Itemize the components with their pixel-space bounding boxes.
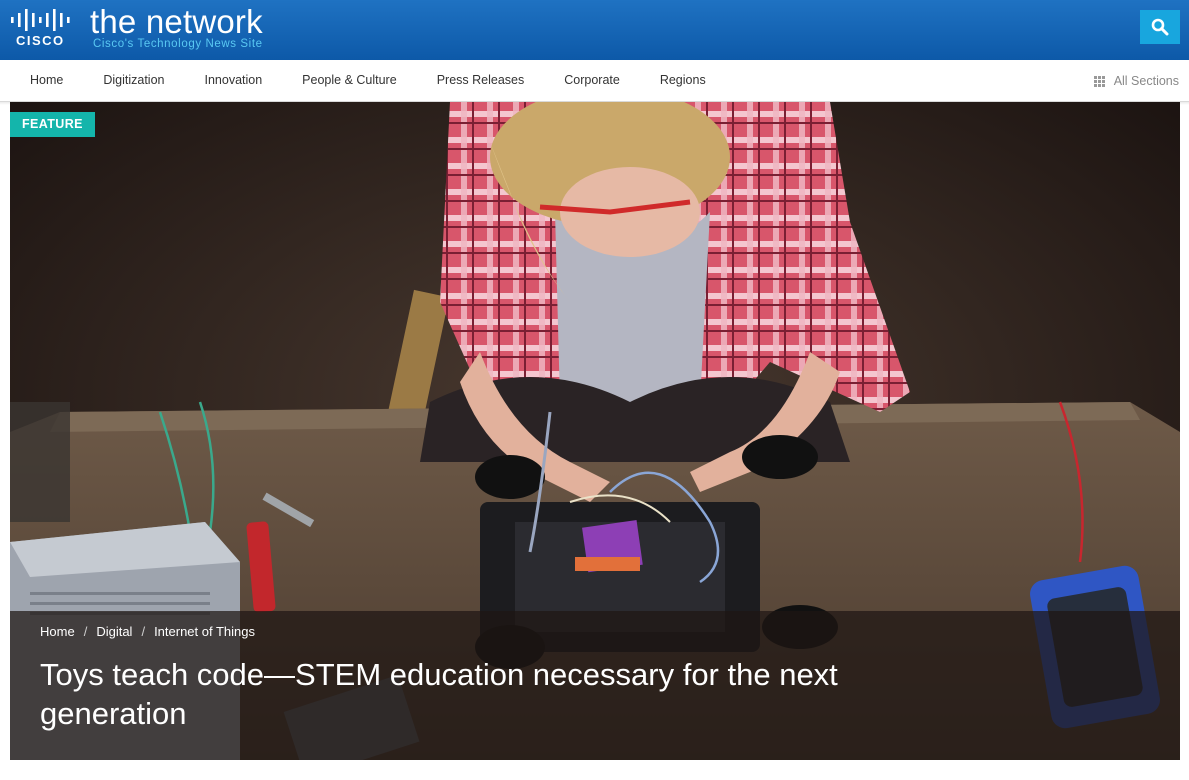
feature-badge: FEATURE [10, 112, 95, 137]
nav-item-home[interactable]: Home [10, 60, 83, 102]
search-icon [1151, 18, 1169, 36]
site-header: CISCO the network Cisco's Technology New… [0, 0, 1189, 60]
nav-item-press-releases[interactable]: Press Releases [417, 60, 545, 102]
nav-list: Home Digitization Innovation People & Cu… [10, 60, 726, 102]
nav-item-innovation[interactable]: Innovation [184, 60, 282, 102]
all-sections-button[interactable]: All Sections [1093, 60, 1179, 102]
breadcrumb-digital[interactable]: Digital [96, 624, 132, 639]
breadcrumb-home[interactable]: Home [40, 624, 75, 639]
hero-caption: Home / Digital / Internet of Things Toys… [10, 611, 1180, 760]
nav-item-regions[interactable]: Regions [640, 60, 726, 102]
breadcrumb-separator: / [83, 624, 88, 639]
site-subtitle: Cisco's Technology News Site [93, 38, 263, 50]
nav-item-people-culture[interactable]: People & Culture [282, 60, 417, 102]
nav-item-digitization[interactable]: Digitization [83, 60, 184, 102]
nav-item-corporate[interactable]: Corporate [544, 60, 640, 102]
breadcrumb: Home / Digital / Internet of Things [40, 624, 255, 639]
breadcrumb-internet-of-things[interactable]: Internet of Things [154, 624, 255, 639]
breadcrumb-separator: / [141, 624, 146, 639]
grid-icon [1093, 75, 1105, 87]
search-button[interactable] [1140, 10, 1180, 44]
hero-feature[interactable]: FEATURE Home / Digital / Internet of Thi… [10, 102, 1180, 760]
main-nav: Home Digitization Innovation People & Cu… [0, 60, 1189, 105]
cisco-logo[interactable]: CISCO [10, 8, 74, 48]
logo-wordmark: CISCO [16, 33, 65, 48]
article-headline[interactable]: Toys teach code—STEM education necessary… [40, 655, 900, 733]
all-sections-label: All Sections [1113, 74, 1179, 88]
site-title[interactable]: the network [90, 3, 263, 41]
